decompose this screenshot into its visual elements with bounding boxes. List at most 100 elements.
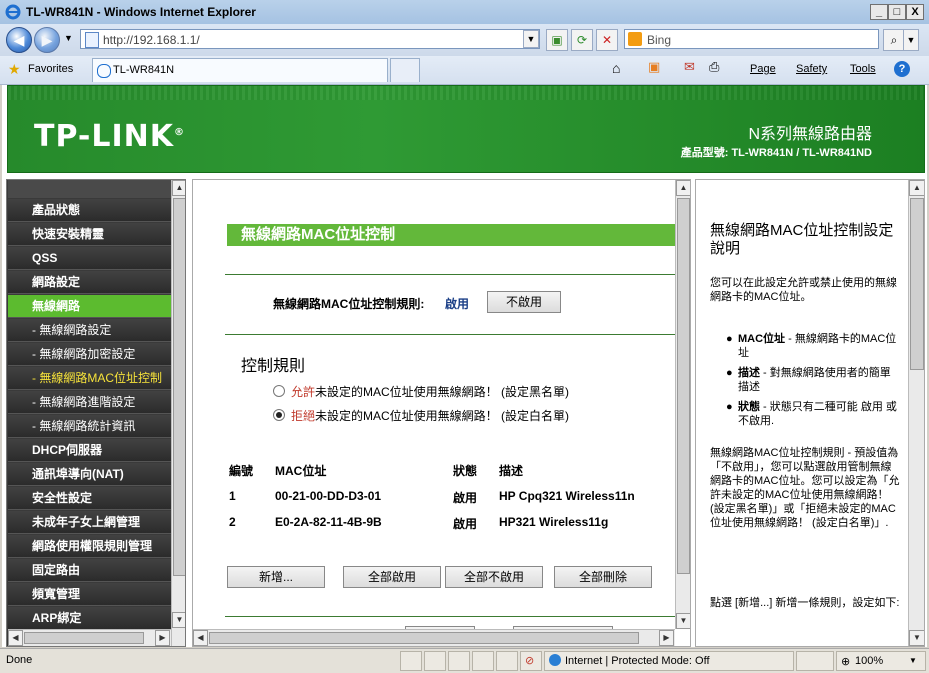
popup-blocked-icon[interactable]: ⊘	[520, 651, 542, 671]
hscroll-left-icon[interactable]: ◀	[8, 630, 23, 646]
row2-desc: HP321 Wireless11g	[499, 515, 609, 529]
deny-radio[interactable]	[273, 409, 285, 421]
sidebar-item[interactable]: 未成年子女上網管理	[8, 511, 171, 534]
help-scroll-up-icon[interactable]: ▲	[909, 180, 924, 196]
favorites-bar: ★ Favorites TL-WR841N ⌂ ▣ ✉ ⎙ Page Safet…	[0, 56, 929, 85]
tools-menu[interactable]: Tools	[850, 63, 876, 75]
status-cell	[496, 651, 518, 671]
product-model: 產品型號: TL-WR841N / TL-WR841ND	[680, 147, 872, 159]
zone-cell[interactable]: Internet | Protected Mode: Off	[544, 651, 794, 671]
rule-status: 啟用	[445, 297, 470, 311]
row1-id: 1	[229, 489, 236, 503]
feeds-icon[interactable]: ▣	[648, 59, 660, 75]
sidebar-item[interactable]: 通訊埠導向(NAT)	[8, 463, 171, 486]
history-dropdown-icon[interactable]: ▼	[64, 33, 73, 43]
address-bar[interactable]: http://192.168.1.1/ ▼	[80, 29, 540, 49]
read-mail-icon[interactable]: ✉	[684, 59, 695, 75]
help-bullet-term: 描述	[738, 367, 760, 379]
sidebar-item[interactable]: - 無線網路MAC位址控制	[8, 367, 171, 390]
help-scroll-down-icon[interactable]: ▼	[909, 630, 924, 646]
close-window-button[interactable]: X	[906, 4, 924, 20]
scroll-down-icon[interactable]: ▼	[172, 612, 185, 628]
sidebar-item[interactable]: 網路設定	[8, 271, 171, 294]
new-tab-button[interactable]	[390, 58, 420, 82]
search-box[interactable]: Bing	[624, 29, 879, 49]
zoom-control[interactable]: ⊕ 100% ▼	[836, 651, 926, 671]
safety-menu[interactable]: Safety	[796, 63, 827, 75]
forward-button[interactable]: ▶	[34, 27, 60, 53]
compatibility-view-icon[interactable]: ▣	[546, 29, 568, 51]
sidebar-hscrollbar[interactable]: ◀ ▶	[8, 629, 171, 646]
sidebar-item[interactable]: 無線網路	[8, 295, 171, 318]
help-title: 無線網路MAC位址控制設定說明	[710, 222, 894, 257]
help-panel: 無線網路MAC位址控制設定說明 您可以在此設定允許或禁止使用的無線網路卡的MAC…	[695, 179, 925, 647]
divider	[225, 616, 677, 617]
sidebar-hscroll-thumb[interactable]	[24, 632, 144, 644]
allow-radio[interactable]	[273, 385, 285, 397]
status-cell	[448, 651, 470, 671]
sidebar-item[interactable]: 網路使用權限規則管理	[8, 535, 171, 558]
sidebar-item[interactable]: - 無線網路加密設定	[8, 343, 171, 366]
sidebar-item[interactable]: DHCP伺服器	[8, 439, 171, 462]
col-header-status: 狀態	[453, 464, 478, 478]
sidebar-item[interactable]: 固定路由	[8, 559, 171, 582]
sidebar-scrollbar[interactable]: ▲ ▼	[171, 180, 185, 646]
main-hscrollbar[interactable]: ◀ ▶	[193, 629, 675, 646]
sidebar-item[interactable]: 安全性設定	[8, 487, 171, 510]
page-menu[interactable]: Page	[750, 63, 776, 75]
maximize-button[interactable]: □	[888, 4, 906, 20]
status-cell	[400, 651, 422, 671]
main-scroll-thumb[interactable]	[677, 198, 690, 574]
sidebar-item[interactable]: - 無線網路統計資訊	[8, 415, 171, 438]
add-button[interactable]: 新增...	[227, 566, 325, 588]
url-text[interactable]: http://192.168.1.1/	[103, 33, 200, 47]
enable-all-button[interactable]: 全部啟用	[343, 566, 441, 588]
address-dropdown-icon[interactable]: ▼	[523, 30, 539, 48]
hscroll-right-icon[interactable]: ▶	[155, 630, 170, 646]
protected-mode-icon[interactable]	[796, 651, 834, 671]
minimize-button[interactable]: _	[870, 4, 888, 20]
sidebar-item[interactable]: 產品狀態	[8, 199, 171, 222]
sidebar-item[interactable]: ARP綁定	[8, 607, 171, 630]
disable-all-button[interactable]: 全部不啟用	[445, 566, 543, 588]
favorites-star-icon[interactable]: ★	[8, 61, 21, 78]
tab-tl-wr841n[interactable]: TL-WR841N	[92, 58, 388, 82]
search-options-icon[interactable]: ▼	[903, 29, 919, 51]
favorites-label[interactable]: Favorites	[28, 63, 73, 75]
sidebar-item[interactable]: 頻寬管理	[8, 583, 171, 606]
main-hscroll-thumb[interactable]	[209, 632, 639, 644]
main-hscroll-right-icon[interactable]: ▶	[659, 630, 674, 646]
help-scrollbar[interactable]: ▲ ▼	[908, 180, 924, 646]
main-hscroll-left-icon[interactable]: ◀	[193, 630, 208, 646]
divider	[225, 274, 677, 275]
refresh-icon[interactable]: ⟳	[571, 29, 593, 51]
main-scrollbar[interactable]: ▲ ▼	[675, 180, 690, 629]
tp-link-logo: TP-LINK®	[34, 119, 186, 154]
help-scroll-thumb[interactable]	[910, 198, 924, 370]
sidebar-scroll-thumb[interactable]	[173, 198, 185, 576]
print-icon[interactable]: ⎙	[709, 59, 719, 75]
bing-icon	[628, 32, 642, 46]
deny-text: 未設定的MAC位址使用無線網路！ (設定白名單)	[315, 409, 570, 423]
main-scroll-down-icon[interactable]: ▼	[676, 613, 690, 629]
stop-icon[interactable]: ✕	[596, 29, 618, 51]
sidebar-item[interactable]: - 無線網路設定	[8, 319, 171, 342]
sidebar-item[interactable]: 快速安裝精靈	[8, 223, 171, 246]
home-icon[interactable]: ⌂	[612, 60, 620, 76]
sidebar-item[interactable]: - 無線網路進階設定	[8, 391, 171, 414]
scroll-up-icon[interactable]: ▲	[172, 180, 185, 196]
zoom-dropdown-icon[interactable]: ▼	[909, 656, 917, 665]
help-icon[interactable]: ?	[894, 61, 910, 77]
disable-button[interactable]: 不啟用	[487, 291, 561, 313]
search-icon[interactable]: ⌕	[883, 29, 905, 51]
bullet-dot: ●	[726, 333, 733, 345]
main-scroll-up-icon[interactable]: ▲	[676, 180, 690, 196]
row2-id: 2	[229, 515, 236, 529]
back-button[interactable]: ◀	[6, 27, 32, 53]
sidebar-item[interactable]: QSS	[8, 247, 171, 270]
delete-all-button[interactable]: 全部刪除	[554, 566, 652, 588]
help-bullet-term: 狀態	[738, 401, 760, 413]
banner-stripes	[8, 86, 924, 100]
page-icon	[85, 32, 99, 48]
row1-desc: HP Cpq321 Wireless11n	[499, 489, 635, 503]
